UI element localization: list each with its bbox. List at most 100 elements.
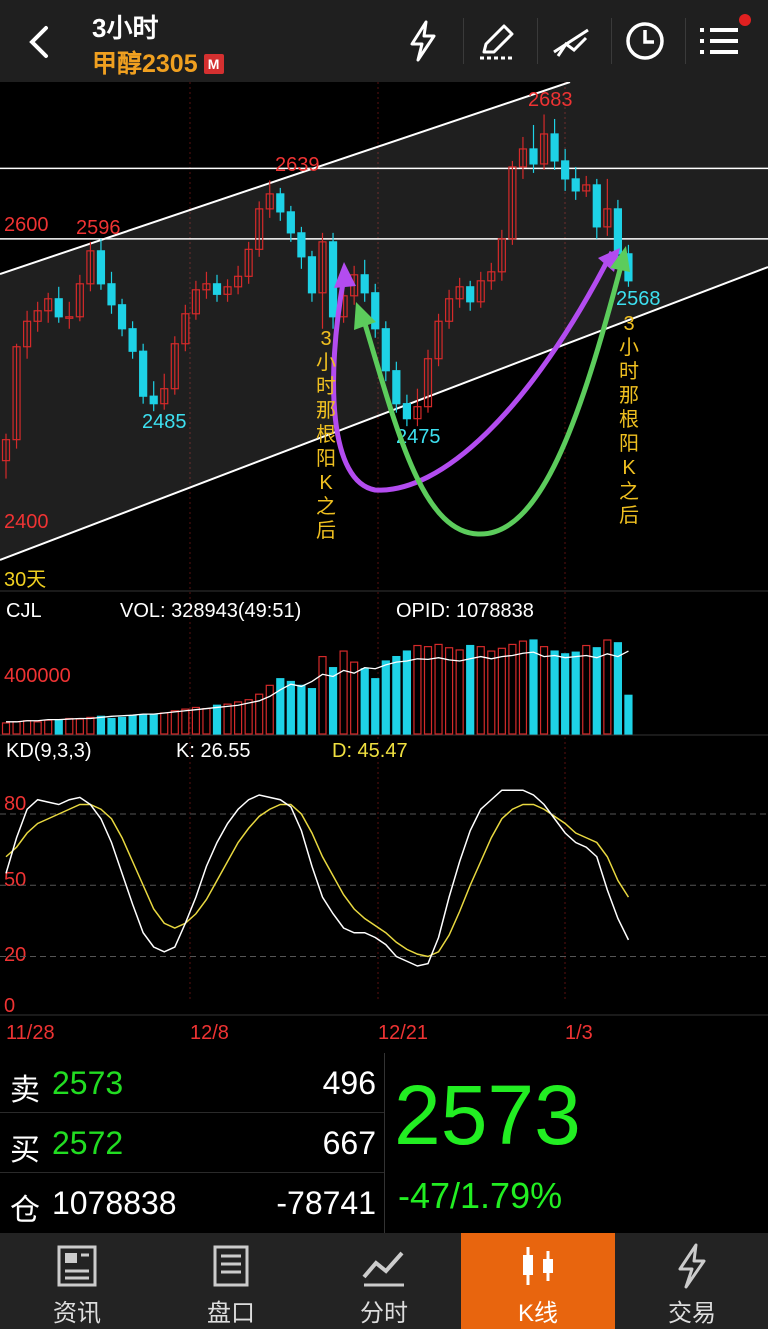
- candle-body-26: [276, 193, 285, 213]
- volume-bar-59: [624, 694, 633, 735]
- candle-body-10: [107, 283, 116, 306]
- volume-bar-22: [234, 701, 243, 735]
- volume-bar-30: [318, 655, 327, 735]
- volume-bar-49: [518, 640, 528, 735]
- x-label-1: 11/28: [6, 1022, 55, 1044]
- high-label-2: 2639: [275, 154, 320, 176]
- nav-news[interactable]: 资讯: [0, 1233, 154, 1329]
- nav-trade-label: 交易: [668, 1300, 716, 1327]
- tick-2600: 2600: [4, 214, 49, 236]
- volume-bar-31: [328, 667, 338, 735]
- candle-body-44: [466, 286, 475, 303]
- volume-bar-56: [592, 647, 601, 735]
- volume-panel: CJL VOL: 328943(49:51) OPID: 1078838 400…: [1, 600, 633, 735]
- annot2-char-0: 3: [623, 313, 634, 335]
- candle-body-28: [297, 232, 306, 258]
- volume-bar-23: [244, 699, 253, 735]
- volume-bar-4: [44, 719, 53, 735]
- open-interest-row: 仓 1078838 -78741: [0, 1173, 384, 1233]
- volume-bar-26: [276, 678, 285, 735]
- menu-list-icon[interactable]: [696, 18, 742, 64]
- symbol-name[interactable]: 甲醇2305 M: [92, 44, 224, 80]
- volume-bar-3: [33, 721, 42, 735]
- volume-bar-13: [139, 714, 148, 735]
- volume-bar-0: [1, 722, 11, 735]
- annot1-char-3: 那: [316, 400, 336, 422]
- candle-body-27: [286, 211, 295, 234]
- volume-bar-9: [96, 715, 106, 735]
- bottom-nav: 资讯 盘口 分时 K线 交易: [0, 1233, 768, 1329]
- candle-body-37: [392, 370, 401, 405]
- quote-panel: 卖 2573 496 买 2572 667 仓 1078838 -78741 2…: [0, 1053, 768, 1233]
- candle-body-56: [592, 184, 601, 228]
- line-tool-icon[interactable]: [548, 18, 594, 64]
- candle-body-53: [561, 160, 570, 180]
- sell-row[interactable]: 卖 2573 496: [0, 1053, 384, 1113]
- kd-panel: KD(9,3,3) K: 26.55 D: 45.47 80 50 20 0: [0, 740, 768, 1017]
- timeshare-icon: [362, 1251, 404, 1287]
- period-title: 3小时: [92, 13, 159, 43]
- nav-orderbook-label: 盘口: [207, 1300, 255, 1327]
- volume-bar-17: [181, 708, 190, 735]
- buy-row[interactable]: 买 2572 667: [0, 1113, 384, 1173]
- kline-chart[interactable]: 2600 2400 2596 2639 2683 2485 2475 2568 …: [0, 82, 768, 1053]
- news-icon: [57, 1245, 97, 1287]
- volume-bar-36: [381, 660, 390, 735]
- nav-kline[interactable]: K线: [461, 1233, 615, 1329]
- volume-bar-11: [117, 716, 127, 735]
- volume-bar-51: [539, 646, 549, 735]
- x-axis: 11/28 12/8 12/21 1/3: [6, 1022, 593, 1044]
- clock-icon[interactable]: [622, 18, 668, 64]
- candlestick-icon: [523, 1247, 553, 1285]
- lightning-icon[interactable]: [400, 18, 446, 64]
- nav-trade[interactable]: 交易: [615, 1233, 768, 1329]
- low-label-1: 2485: [142, 411, 187, 433]
- annot1-char-1: 小: [316, 351, 336, 374]
- annot2-char-8: 后: [619, 504, 639, 527]
- volume-bar-47: [497, 647, 506, 735]
- candle-body-36: [381, 328, 390, 372]
- buy-qty: 667: [322, 1125, 376, 1161]
- volume-bar-14: [149, 713, 158, 735]
- notification-dot: [739, 14, 751, 26]
- kd-d-text: D: 45.47: [332, 740, 408, 762]
- x-label-4: 1/3: [565, 1022, 593, 1044]
- candle-body-11: [117, 304, 127, 330]
- top-bar: 3小时 甲醇2305 M: [0, 0, 768, 82]
- volume-bar-38: [402, 650, 411, 735]
- oi-change: -78741: [276, 1185, 376, 1221]
- kd-tick-0: 0: [4, 995, 15, 1017]
- candle-body-58: [613, 208, 623, 255]
- annot1-char-0: 3: [320, 328, 331, 350]
- symbol-label: 甲醇2305: [92, 50, 198, 78]
- volume-bar-29: [307, 688, 317, 735]
- back-arrow-icon[interactable]: [22, 22, 58, 62]
- kd-k-line: [5, 789, 630, 967]
- pen-draw-icon[interactable]: [474, 18, 520, 64]
- annot2-char-3: 那: [619, 385, 639, 407]
- volume-bar-16: [170, 710, 179, 735]
- nav-timeshare[interactable]: 分时: [307, 1233, 461, 1329]
- volume-bar-53: [561, 653, 570, 735]
- volume-bar-18: [191, 706, 200, 735]
- sell-price: 2573: [52, 1065, 124, 1101]
- annot2-char-7: 之: [619, 480, 639, 503]
- volume-bar-48: [508, 643, 517, 735]
- volume-bar-7: [75, 718, 84, 735]
- nav-orderbook[interactable]: 盘口: [154, 1233, 308, 1329]
- opid-text: OPID: 1078838: [396, 600, 534, 622]
- candle-body-29: [307, 256, 317, 294]
- volume-bar-52: [550, 650, 559, 735]
- oi-value: 1078838: [52, 1185, 177, 1221]
- annot1-char-4: 根: [316, 423, 336, 446]
- buy-label: 买: [10, 1134, 40, 1167]
- annot1-char-8: 后: [316, 519, 336, 542]
- volume-bar-5: [54, 719, 63, 735]
- volume-bar-12: [128, 715, 137, 735]
- kd-tick-20: 20: [4, 944, 26, 966]
- volume-bar-10: [107, 717, 116, 735]
- annot2-char-2: 时: [619, 360, 639, 383]
- candle-body-35: [371, 292, 380, 330]
- nav-timeshare-label: 分时: [360, 1300, 408, 1327]
- kd-tick-80: 80: [4, 793, 26, 815]
